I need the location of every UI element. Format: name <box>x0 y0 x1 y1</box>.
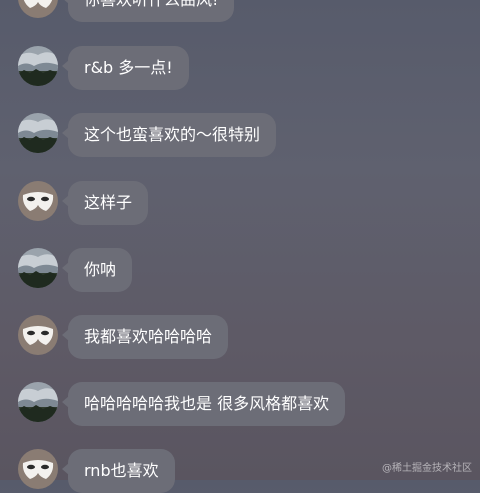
message-row: r&b 多一点! <box>0 46 480 90</box>
message-row: 这个也蛮喜欢的～很特别 <box>0 113 480 157</box>
message-bubble[interactable]: 哈哈哈哈哈我也是 很多风格都喜欢 <box>61 382 346 426</box>
message-row: 哈哈哈哈哈我也是 很多风格都喜欢 <box>0 382 480 426</box>
mask-avatar-icon[interactable] <box>18 449 58 489</box>
message-bubble[interactable]: rnb也喜欢 <box>62 449 175 493</box>
mask-avatar-icon[interactable] <box>18 0 58 18</box>
landscape-avatar-icon[interactable] <box>18 382 58 422</box>
message-row: 你喜欢听什么曲风! <box>0 0 480 22</box>
message-row: 你呐 <box>0 248 480 292</box>
landscape-avatar-icon[interactable] <box>18 46 58 86</box>
message-bubble[interactable]: 我都喜欢哈哈哈哈 <box>61 315 229 359</box>
landscape-avatar-icon[interactable] <box>18 248 58 288</box>
watermark: @稀土掘金技术社区 <box>382 463 472 474</box>
message-bubble[interactable]: r&b 多一点! <box>62 46 189 90</box>
message-bubble[interactable]: 你喜欢听什么曲风! <box>61 0 235 22</box>
message-row: 这样子 <box>0 181 480 225</box>
mask-avatar-icon[interactable] <box>18 181 58 221</box>
message-bubble[interactable]: 这个也蛮喜欢的～很特别 <box>61 113 277 157</box>
chat-message-list[interactable]: 你喜欢听什么曲风! r&b 多一点! 这个也蛮喜欢的～很特别 <box>0 0 480 493</box>
message-bubble[interactable]: 这样子 <box>61 181 149 225</box>
landscape-avatar-icon[interactable] <box>18 113 58 153</box>
message-row: 我都喜欢哈哈哈哈 <box>0 315 480 359</box>
message-bubble[interactable]: 你呐 <box>61 248 133 292</box>
mask-avatar-icon[interactable] <box>18 315 58 355</box>
